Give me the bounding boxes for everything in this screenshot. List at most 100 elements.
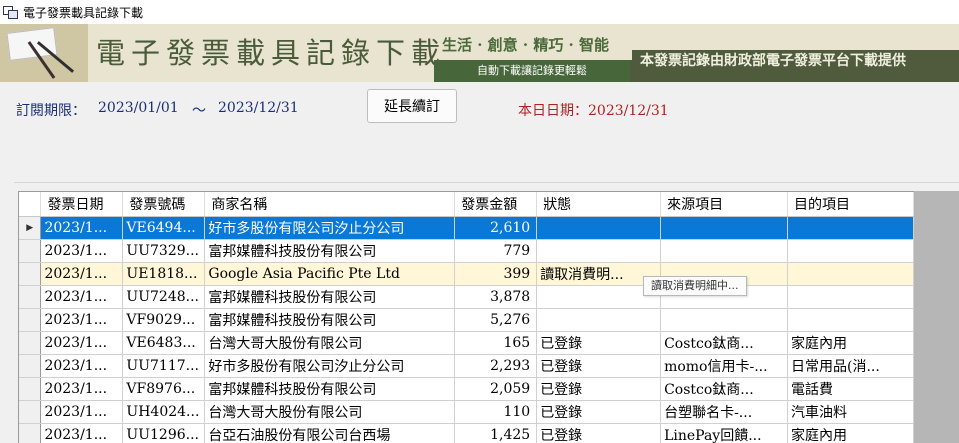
status-cell[interactable]: 已登錄 <box>536 331 662 355</box>
table-row[interactable]: 2023/1... UU1296... 台亞石油股份有限公司台西場 1,425 已登錄 L… <box>19 423 914 443</box>
invoice-number-cell[interactable]: UH4024... <box>122 400 206 424</box>
table-row[interactable]: ▶ 2023/1... VE6494... 好市多股份有限公司汐止分公司 2,610 <box>19 216 914 240</box>
amount-cell[interactable]: 779 <box>454 239 538 263</box>
row-header[interactable] <box>19 262 42 286</box>
target-cell[interactable]: 汽車油料 <box>787 400 914 424</box>
merchant-cell[interactable]: 台灣大哥大股份有限公司 <box>204 400 456 424</box>
source-cell[interactable] <box>660 308 789 332</box>
status-cell[interactable] <box>536 285 662 309</box>
amount-cell[interactable]: 110 <box>454 400 538 424</box>
source-cell[interactable]: LinePay回饋... <box>660 423 789 443</box>
target-cell[interactable] <box>787 285 914 309</box>
subscription-separator: ～ <box>192 103 206 119</box>
row-header[interactable] <box>19 308 42 332</box>
table-row[interactable]: 2023/1... UU7117... 好市多股份有限公司汐止分公司 2,293 已登錄… <box>19 354 914 378</box>
invoice-number-cell[interactable]: VE6483... <box>122 331 206 355</box>
amount-cell[interactable]: 2,610 <box>454 216 538 240</box>
invoice-number-cell[interactable]: UU7117... <box>122 354 206 378</box>
source-cell[interactable] <box>660 239 789 263</box>
amount-cell[interactable]: 3,878 <box>454 285 538 309</box>
status-cell[interactable] <box>536 239 662 263</box>
source-cell[interactable]: Costco鈦商... <box>660 377 789 401</box>
invoice-date-cell[interactable]: 2023/1... <box>40 400 124 424</box>
amount-cell[interactable]: 165 <box>454 331 538 355</box>
row-header[interactable] <box>19 423 42 443</box>
status-cell[interactable]: 已登錄 <box>536 423 662 443</box>
merchant-cell[interactable]: 富邦媒體科技股份有限公司 <box>204 377 456 401</box>
table-row[interactable]: 2023/1... UH4024... 台灣大哥大股份有限公司 110 已登錄 台塑聯名卡… <box>19 400 914 424</box>
amount-cell[interactable]: 2,059 <box>454 377 538 401</box>
target-cell[interactable]: 家庭內用 <box>787 331 914 355</box>
invoice-table: 發票日期 發票號碼 商家名稱 發票金額 狀態 來源項目 目的項目 ▶ 2023/1… <box>19 192 914 443</box>
target-cell[interactable] <box>787 239 914 263</box>
invoice-date-cell[interactable]: 2023/1... <box>40 285 124 309</box>
column-header-date[interactable]: 發票日期 <box>40 192 124 217</box>
column-header-target[interactable]: 目的項目 <box>787 192 914 217</box>
invoice-date-cell[interactable]: 2023/1... <box>40 308 124 332</box>
row-header[interactable] <box>19 377 42 401</box>
table-row[interactable]: 2023/1... UU7248... 富邦媒體科技股份有限公司 3,878 <box>19 285 914 309</box>
invoice-number-cell[interactable]: VF9029... <box>122 308 206 332</box>
target-cell[interactable] <box>787 308 914 332</box>
invoice-date-cell[interactable]: 2023/1... <box>40 423 124 443</box>
amount-cell[interactable]: 1,425 <box>454 423 538 443</box>
invoice-grid[interactable]: 發票日期 發票號碼 商家名稱 發票金額 狀態 來源項目 目的項目 ▶ 2023/1… <box>18 191 914 443</box>
invoice-number-cell[interactable]: UU1296... <box>122 423 206 443</box>
status-cell[interactable] <box>536 308 662 332</box>
column-header-source[interactable]: 來源項目 <box>660 192 789 217</box>
invoice-date-cell[interactable]: 2023/1... <box>40 262 124 286</box>
invoice-date-cell[interactable]: 2023/1... <box>40 239 124 263</box>
status-cell[interactable] <box>536 216 662 240</box>
row-header[interactable] <box>19 285 42 309</box>
status-cell[interactable]: 已登錄 <box>536 377 662 401</box>
merchant-cell[interactable]: 富邦媒體科技股份有限公司 <box>204 285 456 309</box>
row-header[interactable] <box>19 239 42 263</box>
extend-subscription-button[interactable]: 延長續訂 <box>367 89 457 123</box>
source-cell[interactable]: Costco鈦商... <box>660 331 789 355</box>
column-header-number[interactable]: 發票號碼 <box>122 192 206 217</box>
merchant-cell[interactable]: 富邦媒體科技股份有限公司 <box>204 308 456 332</box>
status-cell[interactable]: 已登錄 <box>536 354 662 378</box>
source-cell[interactable]: 台塑聯名卡-... <box>660 400 789 424</box>
invoice-date-cell[interactable]: 2023/1... <box>40 377 124 401</box>
target-cell[interactable]: 家庭內用 <box>787 423 914 443</box>
column-header-amount[interactable]: 發票金額 <box>454 192 538 217</box>
invoice-number-cell[interactable]: UE1818... <box>122 262 206 286</box>
merchant-cell[interactable]: Google Asia Pacific Pte Ltd <box>204 262 456 286</box>
merchant-cell[interactable]: 好市多股份有限公司汐止分公司 <box>204 354 456 378</box>
amount-cell[interactable]: 5,276 <box>454 308 538 332</box>
target-cell[interactable]: 電話費 <box>787 377 914 401</box>
target-cell[interactable] <box>787 216 914 240</box>
row-header[interactable] <box>19 400 42 424</box>
row-selector-arrow-icon[interactable]: ▶ <box>19 216 42 240</box>
invoice-number-cell[interactable]: VF8976... <box>122 377 206 401</box>
column-header-status[interactable]: 狀態 <box>536 192 662 217</box>
source-cell[interactable] <box>660 216 789 240</box>
merchant-cell[interactable]: 富邦媒體科技股份有限公司 <box>204 239 456 263</box>
banner-provider: 本發票記錄由財政部電子發票平台下載提供 <box>640 53 906 69</box>
invoice-number-cell[interactable]: UU7329... <box>122 239 206 263</box>
invoice-date-cell[interactable]: 2023/1... <box>40 354 124 378</box>
row-header[interactable] <box>19 354 42 378</box>
amount-cell[interactable]: 2,293 <box>454 354 538 378</box>
target-cell[interactable] <box>787 262 914 286</box>
table-row[interactable]: 2023/1... VF8976... 富邦媒體科技股份有限公司 2,059 已登錄 Co… <box>19 377 914 401</box>
column-header-merchant[interactable]: 商家名稱 <box>204 192 456 217</box>
merchant-cell[interactable]: 好市多股份有限公司汐止分公司 <box>204 216 456 240</box>
table-row[interactable]: 2023/1... UU7329... 富邦媒體科技股份有限公司 779 <box>19 239 914 263</box>
merchant-cell[interactable]: 台亞石油股份有限公司台西場 <box>204 423 456 443</box>
invoice-date-cell[interactable]: 2023/1... <box>40 216 124 240</box>
amount-cell[interactable]: 399 <box>454 262 538 286</box>
table-row[interactable]: 2023/1... UE1818... Google Asia Pacific Pt… <box>19 262 914 286</box>
target-cell[interactable]: 日常用品(消... <box>787 354 914 378</box>
status-cell[interactable]: 已登錄 <box>536 400 662 424</box>
invoice-number-cell[interactable]: UU7248... <box>122 285 206 309</box>
row-header[interactable] <box>19 331 42 355</box>
invoice-number-cell[interactable]: VE6494... <box>122 216 206 240</box>
invoice-date-cell[interactable]: 2023/1... <box>40 331 124 355</box>
source-cell[interactable]: momo信用卡-... <box>660 354 789 378</box>
merchant-cell[interactable]: 台灣大哥大股份有限公司 <box>204 331 456 355</box>
status-cell[interactable]: 讀取消費明... <box>536 262 662 286</box>
table-row[interactable]: 2023/1... VF9029... 富邦媒體科技股份有限公司 5,276 <box>19 308 914 332</box>
table-row[interactable]: 2023/1... VE6483... 台灣大哥大股份有限公司 165 已登錄 Costc… <box>19 331 914 355</box>
